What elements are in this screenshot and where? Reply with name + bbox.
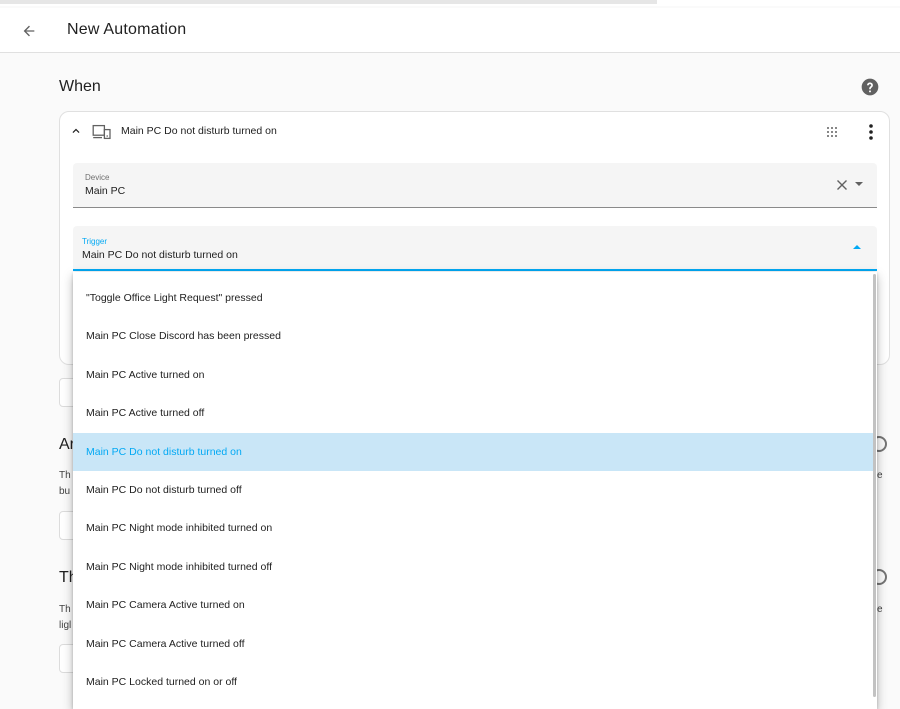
device-field-value: Main PC [85, 185, 126, 197]
and-if-desc-line2: bu [59, 486, 71, 497]
trigger-card-title: Main PC Do not disturb turned on [121, 125, 277, 137]
trigger-card-header[interactable]: Main PC Do not disturb turned on [60, 112, 889, 152]
chevron-up-icon[interactable] [853, 245, 861, 249]
drag-handle-icon[interactable] [825, 125, 839, 139]
then-do-desc-right: e [877, 604, 883, 615]
top-strip [0, 0, 900, 6]
dropdown-option[interactable]: Main PC Camera Active turned on [73, 586, 873, 624]
then-do-desc-line2: ligl [59, 620, 72, 631]
trigger-select[interactable]: Trigger Main PC Do not disturb turned on [73, 226, 877, 271]
dropdown-option[interactable]: Main PC Camera Active turned off [73, 625, 873, 663]
device-select[interactable]: Device Main PC [73, 163, 877, 208]
and-if-desc-right: e [877, 470, 883, 481]
dropdown-option[interactable]: "Toggle Office Light Request" pressed [73, 279, 873, 317]
dropdown-option[interactable]: Main PC Locked turned on or off [73, 663, 873, 701]
page-title: New Automation [67, 21, 187, 38]
dropdown-option[interactable]: Main PC Active turned on [73, 356, 873, 394]
trigger-field-label: Trigger [82, 237, 108, 246]
trigger-field-value: Main PC Do not disturb turned on [82, 249, 238, 261]
devices-icon [92, 124, 111, 140]
chevron-up-icon[interactable] [69, 124, 83, 138]
device-field-label: Device [85, 173, 110, 182]
section-title-when: When [59, 78, 101, 95]
dropdown-option[interactable]: Main PC Do not disturb turned on [73, 432, 873, 471]
arrow-left-icon [23, 25, 35, 37]
close-icon[interactable] [836, 179, 848, 191]
trigger-dropdown-menu: "Toggle Office Light Request" pressed Mai… [73, 272, 877, 709]
then-do-desc-line1: Th [59, 604, 71, 615]
more-vertical-icon[interactable] [864, 123, 878, 141]
dropdown-scrollbar[interactable] [873, 274, 876, 697]
and-if-desc-line1: Th [59, 470, 71, 481]
loading-bar [0, 0, 657, 4]
dropdown-option[interactable]: Main PC Do not disturb turned off [73, 471, 873, 509]
help-circle-icon [861, 78, 879, 96]
app-bar: New Automation [0, 8, 900, 53]
dropdown-option[interactable]: Main PC Night mode inhibited turned off [73, 548, 873, 586]
dropdown-option[interactable]: Main PC Active turned off [73, 394, 873, 432]
dropdown-option[interactable]: Main PC Close Discord has been pressed [73, 317, 873, 355]
dropdown-option[interactable]: Main PC Night mode inhibited turned on [73, 509, 873, 547]
back-button[interactable] [14, 16, 44, 46]
chevron-down-icon[interactable] [855, 182, 863, 186]
help-button[interactable] [860, 77, 880, 97]
